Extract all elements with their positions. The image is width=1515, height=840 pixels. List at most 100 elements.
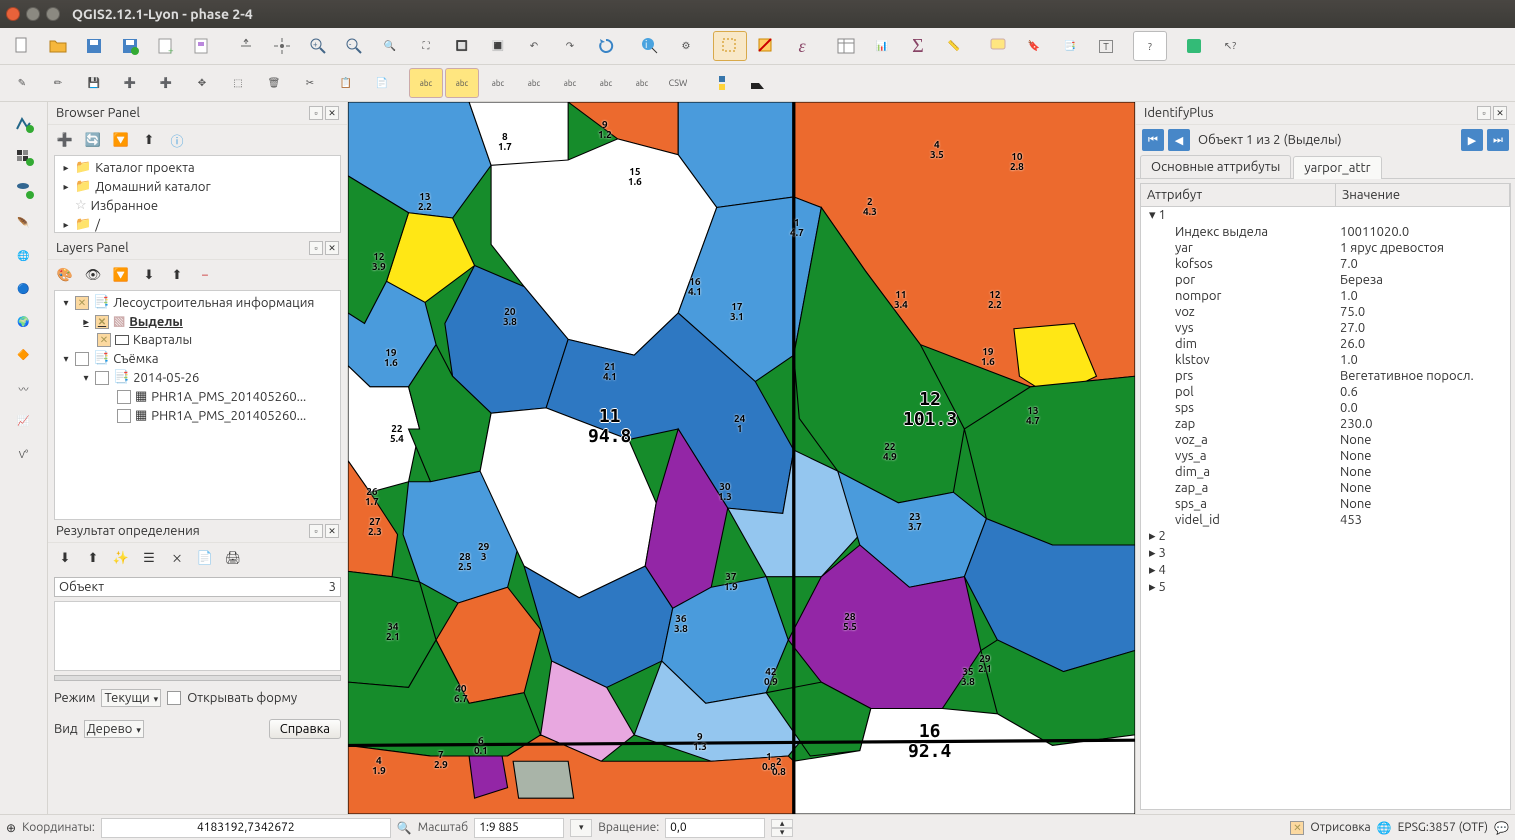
statistics-button[interactable]: Σ (901, 31, 935, 61)
label-6-button[interactable]: abc (589, 68, 623, 98)
zoom-next-button[interactable]: ↷ (553, 31, 587, 61)
zoom-out-button[interactable]: - (337, 31, 371, 61)
measure-button[interactable]: 📏 (937, 31, 971, 61)
layer-group[interactable]: ▾📑Съёмка (61, 349, 334, 368)
zoom-last-button[interactable]: ↶ (517, 31, 551, 61)
filter-layer-icon[interactable]: 🔽 (110, 264, 132, 286)
new-composer-button[interactable]: + (149, 31, 183, 61)
panel-dock-button[interactable]: ▫ (1477, 106, 1491, 120)
splitter[interactable] (54, 675, 341, 681)
panel-close-button[interactable]: ✕ (1493, 106, 1507, 120)
properties-icon[interactable]: ⓘ (166, 129, 188, 151)
clear-icon[interactable]: ❌ (166, 547, 188, 569)
panel-close-button[interactable]: ✕ (325, 241, 339, 255)
checkbox[interactable] (97, 333, 111, 347)
zoom-in-button[interactable]: + (301, 31, 335, 61)
collapse-all-icon[interactable]: ⬆ (166, 264, 188, 286)
node-tool-button[interactable]: ⬚ (221, 68, 255, 98)
scale-dropdown[interactable]: ▾ (570, 819, 592, 837)
expand-icon[interactable]: ⬇ (138, 264, 160, 286)
delete-button[interactable]: 🗑 (257, 68, 291, 98)
edit-pencil-button[interactable]: ✏ (41, 68, 75, 98)
add-csv-button[interactable]: 📈 (5, 406, 43, 436)
view-select[interactable]: Дерево (84, 720, 144, 738)
result-tree[interactable] (54, 601, 341, 671)
epsg-label[interactable]: EPSG:3857 (OTF) (1398, 821, 1488, 834)
add-wcs-button[interactable]: 🔶 (5, 340, 43, 370)
whats-this-button[interactable]: ↖? (1213, 31, 1247, 61)
refresh-button[interactable] (589, 31, 623, 61)
attr-row[interactable]: vys_aNone (1141, 448, 1510, 464)
save-edits-button[interactable]: 💾 (77, 68, 111, 98)
bookmark-add-button[interactable]: 🔖 (1017, 31, 1051, 61)
save-as-button[interactable] (113, 31, 147, 61)
expression-select-button[interactable]: ε (785, 31, 819, 61)
attr-row[interactable]: yar1 ярус древостоя (1141, 240, 1510, 256)
attr-row[interactable]: zap230.0 (1141, 416, 1510, 432)
cut-button[interactable]: ✂ (293, 68, 327, 98)
attribute-table-button[interactable] (829, 31, 863, 61)
save-project-button[interactable] (77, 31, 111, 61)
collapse-icon[interactable]: ⬆ (82, 547, 104, 569)
mode-select[interactable]: Текущи (101, 689, 161, 707)
attr-row[interactable]: nompor1.0 (1141, 288, 1510, 304)
scale-input[interactable] (474, 818, 564, 838)
checkbox[interactable] (75, 296, 89, 310)
browser-item[interactable]: ▸📁Каталог проекта (61, 158, 334, 177)
add-mssql-button[interactable]: 🌐 (5, 241, 43, 271)
help-button[interactable]: Справка (269, 719, 341, 739)
checkbox[interactable] (117, 409, 131, 423)
add-vector-button[interactable] (5, 109, 43, 139)
plugin-button[interactable] (741, 68, 775, 98)
collapse-icon[interactable]: ⬆ (138, 129, 160, 151)
coord-input[interactable] (101, 818, 391, 838)
zoom-native-button[interactable]: 🔍 (373, 31, 407, 61)
attr-row[interactable]: sps_aNone (1141, 496, 1510, 512)
label-3-button[interactable]: abc (481, 68, 515, 98)
panel-close-button[interactable]: ✕ (325, 106, 339, 120)
prev-button[interactable]: ◀ (1168, 129, 1190, 151)
attr-node[interactable]: ▸ 4 (1141, 562, 1510, 579)
attr-row[interactable]: klstov1.0 (1141, 352, 1510, 368)
rotation-down[interactable]: ▾ (771, 828, 793, 837)
options-icon[interactable]: ☰ (138, 547, 160, 569)
attr-node[interactable]: ▾ 1 (1141, 207, 1510, 224)
qgis-button[interactable] (1177, 31, 1211, 61)
checkbox[interactable] (75, 352, 89, 366)
label-2-button[interactable]: abc (445, 68, 479, 98)
layer-group[interactable]: ▾📑Лесоустроительная информация (61, 293, 334, 312)
label-1-button[interactable]: abc (409, 68, 443, 98)
toggle-extents-icon[interactable]: ⊕ (6, 821, 16, 835)
panel-close-button[interactable]: ✕ (325, 524, 339, 538)
messages-icon[interactable]: 💬 (1494, 821, 1509, 835)
layer-vydely[interactable]: ▸▧Выделы (61, 312, 334, 331)
attr-row[interactable]: dim_aNone (1141, 464, 1510, 480)
attr-row[interactable]: porБереза (1141, 272, 1510, 288)
zoom-selection-button[interactable]: 🔲 (445, 31, 479, 61)
pan-button[interactable] (229, 31, 263, 61)
print-icon[interactable]: 🖨 (222, 547, 244, 569)
open-form-checkbox[interactable] (167, 691, 181, 705)
next-button[interactable]: ▶ (1461, 129, 1483, 151)
zoom-layer-button[interactable]: 🔳 (481, 31, 515, 61)
attribute-table[interactable]: Аттрибут Значение ▾ 1 Индекс выдела10011… (1140, 183, 1511, 810)
attr-node[interactable]: ▸ 3 (1141, 545, 1510, 562)
checkbox[interactable] (95, 315, 109, 329)
paste-button[interactable]: 📄 (365, 68, 399, 98)
layer-item[interactable]: ▦PHR1A_PMS_201405260... (61, 387, 334, 406)
checkbox[interactable] (117, 390, 131, 404)
action-button[interactable]: ⚙ (669, 31, 703, 61)
attr-row[interactable]: kofsos7.0 (1141, 256, 1510, 272)
select-button[interactable] (713, 31, 747, 61)
add-feature-2-button[interactable]: ➕ (149, 68, 183, 98)
panel-dock-button[interactable]: ▫ (309, 241, 323, 255)
add-raster-button[interactable] (5, 142, 43, 172)
help-button[interactable]: ? (1133, 31, 1167, 61)
expand-icon[interactable]: ⬇ (54, 547, 76, 569)
add-wfs-button[interactable]: 〰 (5, 373, 43, 403)
field-calc-button[interactable]: 📊 (865, 31, 899, 61)
add-spatialite-button[interactable]: 🪶 (5, 208, 43, 238)
attr-row[interactable]: zap_aNone (1141, 480, 1510, 496)
browser-item[interactable]: ▸📁Домашний каталог (61, 177, 334, 196)
style-icon[interactable]: 🎨 (54, 264, 76, 286)
